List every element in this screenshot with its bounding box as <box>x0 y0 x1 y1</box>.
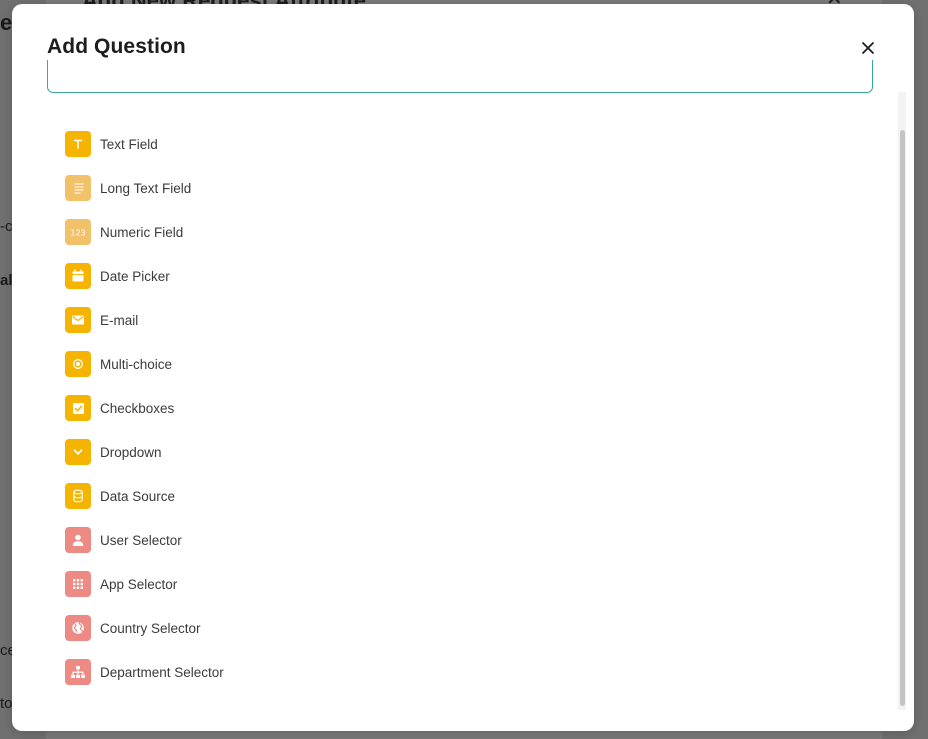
question-type-dropdown[interactable]: Dropdown <box>65 430 885 474</box>
checkbox-icon <box>65 395 91 421</box>
background-text-fragment: to <box>0 695 13 712</box>
radio-icon <box>65 351 91 377</box>
text-field-icon <box>65 131 91 157</box>
svg-text:123: 123 <box>70 229 85 238</box>
question-type-app-selector[interactable]: App Selector <box>65 562 885 606</box>
long-text-icon <box>65 175 91 201</box>
search-field[interactable] <box>47 60 873 93</box>
user-icon <box>65 527 91 553</box>
search-input[interactable] <box>48 60 872 92</box>
envelope-icon <box>65 307 91 333</box>
question-type-long-text-field[interactable]: Long Text Field <box>65 166 885 210</box>
scrollbar-thumb[interactable] <box>900 130 905 706</box>
question-type-email[interactable]: E-mail <box>65 298 885 342</box>
background-text-fragment: al <box>0 272 13 289</box>
numeric-icon: 123 <box>65 219 91 245</box>
question-type-user-selector[interactable]: User Selector <box>65 518 885 562</box>
calendar-icon <box>65 263 91 289</box>
question-type-label: User Selector <box>100 532 182 548</box>
question-type-label: App Selector <box>100 576 178 592</box>
database-icon <box>65 483 91 509</box>
globe-icon <box>65 615 91 641</box>
org-chart-icon <box>65 659 91 685</box>
question-type-label: Dropdown <box>100 444 162 460</box>
question-type-department-selector[interactable]: Department Selector <box>65 650 885 694</box>
background-text-fragment: -c <box>0 218 13 235</box>
question-type-numeric-field[interactable]: 123 Numeric Field <box>65 210 885 254</box>
question-type-label: Text Field <box>100 136 158 152</box>
modal-title: Add Question <box>47 35 186 58</box>
question-type-country-selector[interactable]: Country Selector <box>65 606 885 650</box>
add-question-modal: Add Question Text Field Long Text Field <box>12 4 914 731</box>
question-type-data-source[interactable]: Data Source <box>65 474 885 518</box>
question-type-label: Numeric Field <box>100 224 184 240</box>
question-type-label: Date Picker <box>100 268 170 284</box>
question-type-label: Long Text Field <box>100 180 192 196</box>
app-grid-icon <box>65 571 91 597</box>
question-type-text-field[interactable]: Text Field <box>65 122 885 166</box>
question-type-multi-choice[interactable]: Multi-choice <box>65 342 885 386</box>
question-type-label: Department Selector <box>100 664 224 680</box>
question-type-label: E-mail <box>100 312 139 328</box>
question-type-label: Checkboxes <box>100 400 175 416</box>
close-icon <box>861 41 875 60</box>
question-type-checkboxes[interactable]: Checkboxes <box>65 386 885 430</box>
question-type-label: Multi-choice <box>100 356 173 372</box>
question-type-date-picker[interactable]: Date Picker <box>65 254 885 298</box>
question-type-label: Country Selector <box>100 620 201 636</box>
question-type-list: Text Field Long Text Field 123 Numeric F… <box>65 122 885 694</box>
question-type-label: Data Source <box>100 488 176 504</box>
chevron-down-icon <box>65 439 91 465</box>
close-button[interactable] <box>856 38 880 62</box>
background-text-fragment: e <box>0 10 13 35</box>
